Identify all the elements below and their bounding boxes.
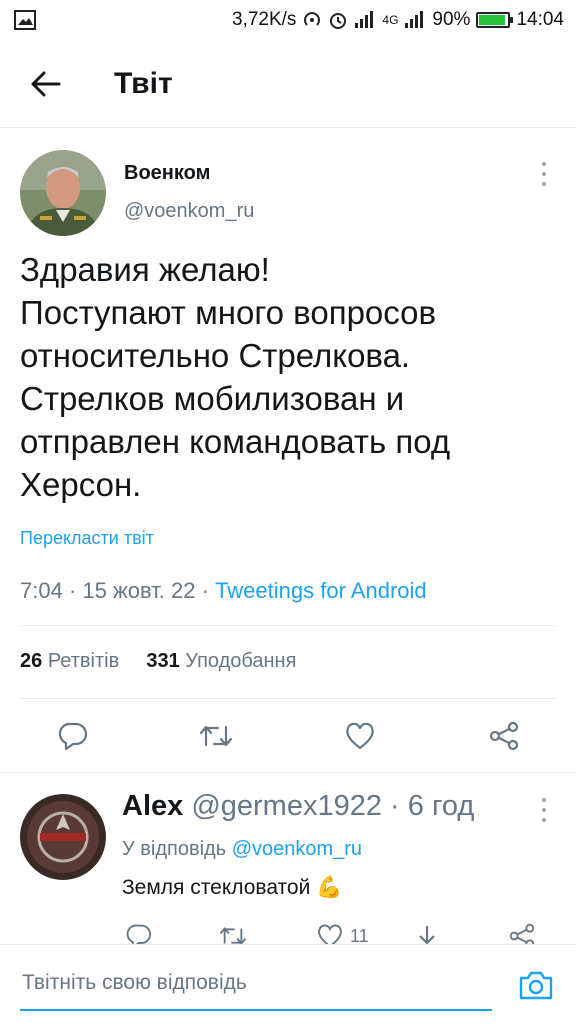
tweet-text-line: Стрелков мобилизован и [20,380,405,417]
compose-bar [0,944,576,1024]
back-button[interactable] [14,52,78,116]
tweet-text-line: отправлен командовать под [20,423,451,460]
reply-to-mention[interactable]: @voenkom_ru [232,838,362,860]
reply-retweet-button[interactable] [218,921,248,946]
reply-reply-button[interactable] [124,921,152,946]
heart-icon [346,722,374,750]
retweet-icon [199,725,233,747]
main-tweet: Военком @voenkom_ru Здравия желаю! Посту… [0,128,576,773]
like-button[interactable] [338,714,382,758]
signal-icon-2 [405,11,424,28]
reply-button[interactable] [50,714,94,758]
signal-icon [355,11,374,28]
divider [0,772,576,773]
reply-like-count: 11 [350,925,369,946]
author-handle[interactable]: @voenkom_ru [124,200,254,223]
tweet-time: 7:04 [20,578,63,603]
retweet-icon [219,927,247,945]
reply-author-handle[interactable]: @germex1922 [191,790,382,822]
tweet-date: 15 жовт. 22 [82,578,196,603]
battery-icon [476,12,514,28]
tweet-actions [0,714,576,758]
reply-like-button[interactable]: 11 [316,921,369,946]
tweet-meta: 7:04 · 15 жовт. 22 · Tweetings for Andro… [20,578,427,603]
reply-to-line: У відповідь @voenkom_ru [122,838,362,861]
reply-input[interactable] [22,971,482,995]
retweet-button[interactable] [194,714,238,758]
reply-header: Alex @germex1922 · 6 год [122,790,475,822]
retweets-stat[interactable]: 26 Ретвітів [20,650,119,672]
battery-percent: 90% [432,9,471,30]
arrow-down-icon [419,926,435,945]
reply-time: 6 год [407,790,475,822]
share-icon [509,923,535,946]
reply-share-button[interactable] [508,921,536,946]
input-underline [20,1009,492,1011]
share-icon [489,721,519,751]
tweet-text-line: Херсон. [20,466,142,503]
reply-author-name[interactable]: Alex [122,790,183,822]
divider [20,698,556,699]
heart-icon [318,924,342,946]
tweet-text-line: Здравия желаю! [20,251,270,288]
tweet-text-line: относительно Стрелкова. [20,337,411,374]
author-name[interactable]: Военком [124,162,210,185]
app-header: Твіт [0,40,576,128]
author-avatar[interactable] [20,150,106,236]
alarm-icon [330,13,347,29]
reply-icon [126,924,152,946]
tweet-client-link[interactable]: Tweetings for Android [215,578,427,603]
hotspot-icon [304,12,321,26]
translate-tweet-link[interactable]: Перекласти твіт [20,528,154,549]
retweets-label: Ретвітів [47,650,120,672]
reply-more-options-button[interactable] [534,798,554,822]
gallery-icon [14,10,36,30]
author-row: Военком @voenkom_ru [0,128,576,238]
reply-tweet[interactable]: Alex @germex1922 · 6 год У відповідь @vo… [0,776,576,946]
divider [20,625,556,626]
clock: 14:04 [516,9,564,30]
camera-button[interactable] [516,965,556,1005]
likes-label: Уподобання [185,650,297,672]
status-bar: 3,72K/s 4G 90% 14:04 [0,0,576,40]
tweet-stats: 26 Ретвітів 331 Уподобання [20,650,296,673]
retweets-count: 26 [20,650,43,672]
likes-stat[interactable]: 331 Уподобання [146,650,296,672]
tweet-text-line: Поступают много вопросов [20,294,437,331]
reply-text: Земля стекловатой 💪 [122,876,343,899]
likes-count: 331 [146,650,180,672]
reply-actions: 11 [0,921,576,946]
reply-avatar[interactable] [20,794,106,880]
reply-to-label: У відповідь [122,838,227,860]
tweet-text: Здравия желаю! Поступают много вопросов … [20,248,560,506]
reply-icon [58,722,88,751]
network-speed: 3,72K/s [231,9,297,30]
share-button[interactable] [482,714,526,758]
network-type: 4G [382,13,399,27]
camera-icon [519,971,553,1000]
page-title: Твіт [114,66,173,100]
arrow-left-icon [31,71,61,96]
more-options-button[interactable] [534,162,554,186]
reply-download-button[interactable] [414,921,440,946]
